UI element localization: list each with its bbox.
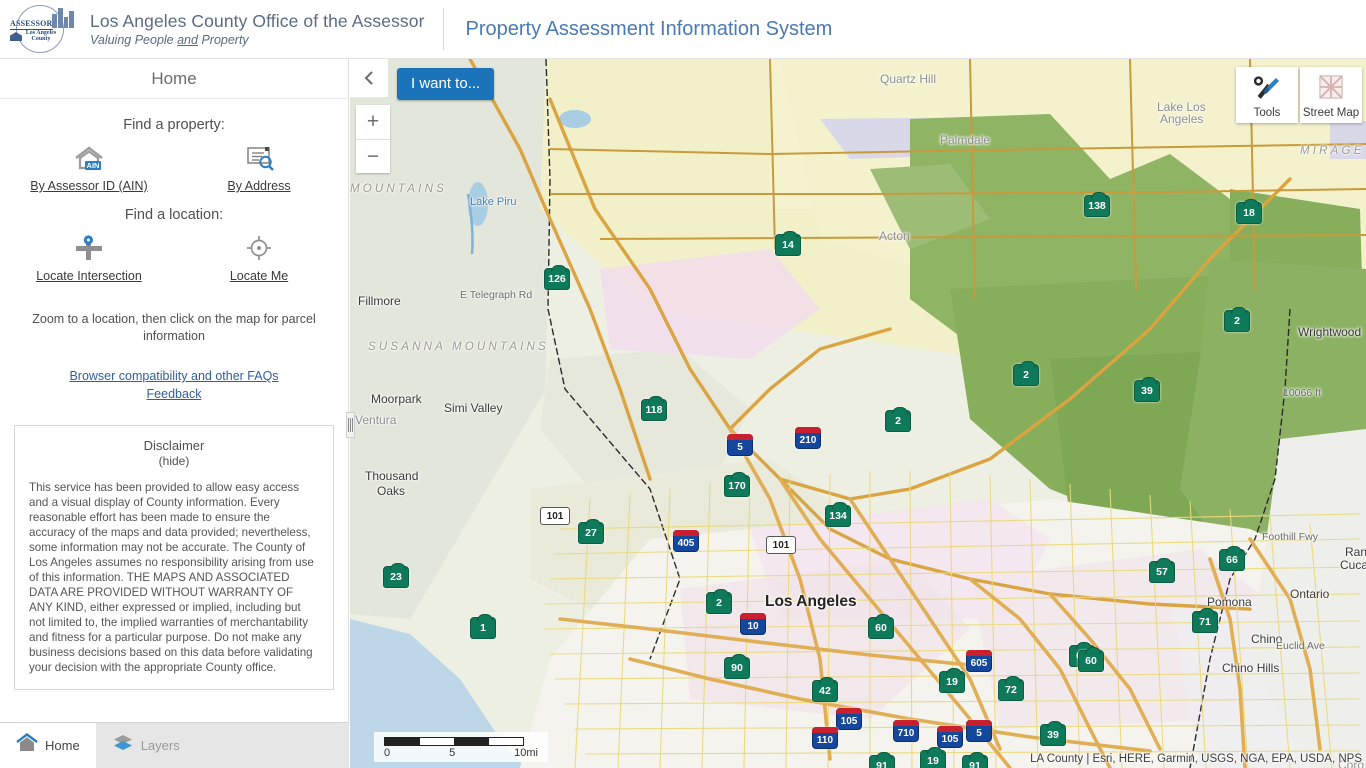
seal-subtext: Los Angeles County <box>25 30 57 42</box>
tools-label: Tools <box>1253 107 1281 119</box>
tab-home[interactable]: Home <box>0 723 96 768</box>
crosshair-icon <box>242 231 276 265</box>
find-by-ain-label: By Assessor ID (AIN) <box>30 179 148 193</box>
feedback-link[interactable]: Feedback <box>0 385 348 403</box>
tab-home-label: Home <box>45 738 80 753</box>
app-header: ASSESSOR Los Angeles County Los Angeles C… <box>0 0 1366 59</box>
locate-intersection-button[interactable]: Locate Intersection <box>30 231 148 283</box>
tagline-post: Property <box>197 33 249 47</box>
tagline-emphasis: and <box>177 33 198 47</box>
tools-button[interactable]: Tools <box>1236 67 1298 123</box>
map-hint-text: Zoom to a location, then click on the ma… <box>32 312 316 343</box>
disclaimer-hide-toggle[interactable]: (hide) <box>29 454 319 468</box>
scale-mid: 5 <box>449 747 456 759</box>
find-location-heading: Find a location: <box>124 207 224 223</box>
tab-layers[interactable]: Layers <box>96 723 196 768</box>
panel-body: Find a property: AIN By Assessor ID (AIN… <box>0 99 348 690</box>
street-map-button[interactable]: Street Map <box>1300 67 1362 123</box>
assessor-seal-logo: ASSESSOR Los Angeles County <box>4 2 82 56</box>
skyline-icon <box>52 6 74 28</box>
zoom-controls: + − <box>356 105 390 173</box>
bottom-tab-bar: Home Layers <box>0 722 349 768</box>
app-title: Property Assessment Information System <box>465 17 833 40</box>
find-by-address-button[interactable]: By Address <box>200 141 318 193</box>
find-by-address-label: By Address <box>227 179 291 193</box>
locate-me-button[interactable]: Locate Me <box>200 231 318 283</box>
tagline-pre: Valuing People <box>90 33 178 47</box>
zoom-out-button[interactable]: − <box>356 139 390 173</box>
scale-max: 10mi <box>514 747 538 759</box>
header-divider <box>442 8 444 50</box>
disclaimer-box: Disclaimer (hide) This service has been … <box>14 425 334 690</box>
street-map-label: Street Map <box>1302 107 1360 119</box>
home-icon <box>16 733 38 758</box>
find-location-actions: Locate Intersection Locate Me <box>0 231 348 283</box>
chevron-left-icon <box>364 71 373 85</box>
wrench-screwdriver-icon <box>1253 76 1279 99</box>
tab-layers-label: Layers <box>140 738 180 753</box>
collapse-panel-button[interactable] <box>350 59 388 97</box>
page-title: Home <box>0 59 348 99</box>
find-by-ain-button[interactable]: AIN By Assessor ID (AIN) <box>30 141 148 193</box>
intersection-pin-icon <box>72 231 106 265</box>
svg-text:AIN: AIN <box>87 161 100 170</box>
zoom-in-button[interactable]: + <box>356 105 390 139</box>
i-want-to-button[interactable]: I want to... <box>397 68 495 100</box>
scale-bar-labels: 0 5 10mi <box>384 747 538 759</box>
left-panel: Home Find a property: AIN By Assessor ID… <box>0 59 349 768</box>
help-links: Browser compatibility and other FAQs Fee… <box>0 367 348 403</box>
map-attribution: LA County | Esri, HERE, Garmin, USGS, NG… <box>1030 753 1362 765</box>
agency-title: Los Angeles County Office of the Assesso… <box>90 11 425 31</box>
document-search-icon <box>242 141 276 175</box>
locate-intersection-label: Locate Intersection <box>36 269 142 283</box>
find-property-actions: AIN By Assessor ID (AIN) By Address <box>0 141 348 193</box>
layers-icon <box>112 733 134 758</box>
house-ain-icon: AIN <box>72 141 106 175</box>
scale-min: 0 <box>384 747 391 759</box>
faq-link[interactable]: Browser compatibility and other FAQs <box>0 367 348 385</box>
scale-bar-graphic <box>384 737 524 746</box>
street-grid-icon <box>1319 75 1343 99</box>
disclaimer-title: Disclaimer <box>143 438 205 453</box>
map-viewport[interactable]: + − I want to... Tools Street Map 0 5 10… <box>350 59 1366 768</box>
map-basemap <box>350 59 1366 768</box>
agency-block: Los Angeles County Office of the Assesso… <box>90 11 425 47</box>
agency-tagline: Valuing People and Property <box>90 33 425 47</box>
seal-wordmark: ASSESSOR <box>10 19 53 30</box>
locate-me-label: Locate Me <box>229 269 289 283</box>
scale-bar: 0 5 10mi <box>374 732 548 762</box>
find-property-heading: Find a property: <box>123 117 225 133</box>
panel-resize-handle[interactable] <box>346 412 355 438</box>
disclaimer-text: This service has been provided to allow … <box>29 481 314 674</box>
